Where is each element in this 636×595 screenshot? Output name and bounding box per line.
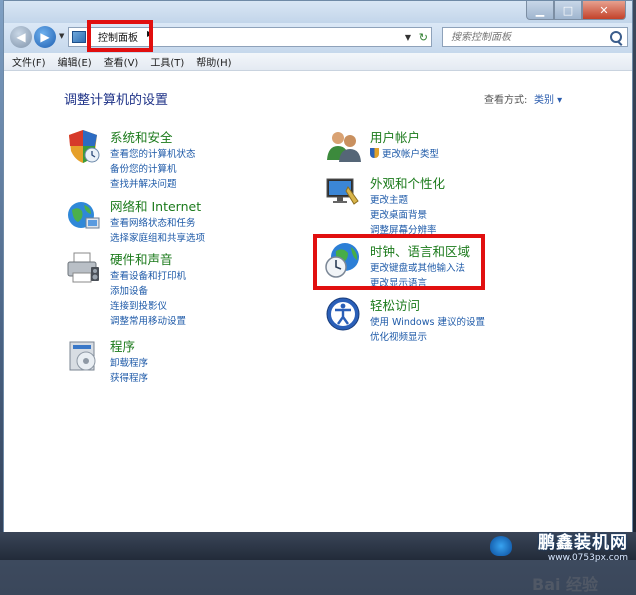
category-title-ease-of-access[interactable]: 轻松访问 xyxy=(370,295,420,314)
category-title-network-internet[interactable]: 网络和 Internet xyxy=(110,196,201,215)
network-globe-icon[interactable] xyxy=(64,196,102,234)
back-arrow-icon: ◀ xyxy=(16,30,26,44)
programs-icon[interactable] xyxy=(64,336,102,374)
link-view-devices-printers[interactable]: 查看设备和打印机 xyxy=(110,269,186,284)
link-view-computer-status[interactable]: 查看您的计算机状态 xyxy=(110,147,196,162)
link-change-theme[interactable]: 更改主题 xyxy=(370,193,437,208)
close-icon: ✕ xyxy=(599,3,609,17)
link-connect-projector[interactable]: 连接到投影仪 xyxy=(110,299,186,314)
link-change-account-type[interactable]: 更改帐户类型 xyxy=(370,147,439,162)
link-add-device[interactable]: 添加设备 xyxy=(110,284,186,299)
baidu-watermark: Bai 经验 xyxy=(532,575,599,594)
category-title-appearance[interactable]: 外观和个性化 xyxy=(370,173,445,192)
printer-icon[interactable] xyxy=(64,249,102,287)
search-icon[interactable] xyxy=(610,31,622,43)
brand-logo-icon xyxy=(490,536,512,556)
maximize-button[interactable]: □ xyxy=(554,1,582,20)
breadcrumb-highlight-box xyxy=(87,20,153,52)
control-panel-content: 调整计算机的设置 查看方式: 类别 ▾ 系统和安全 查看您的计算机状态 备份您的… xyxy=(4,71,632,594)
control-panel-window: ▁ □ ✕ ◀ ▶ ▼ ▼ ↻ 控制面板 ▶ 文件(F) 编辑(E) 查看(V)… xyxy=(3,0,633,594)
link-optimize-video-display[interactable]: 优化视频显示 xyxy=(370,330,485,345)
search-input[interactable] xyxy=(449,30,603,44)
link-change-account-type-label: 更改帐户类型 xyxy=(382,149,440,160)
watermark-site: www.0753px.com xyxy=(547,553,628,563)
link-backup-computer[interactable]: 备份您的计算机 xyxy=(110,162,196,177)
shield-icon[interactable] xyxy=(64,127,102,165)
users-icon[interactable] xyxy=(324,127,362,165)
link-uninstall-program[interactable]: 卸载程序 xyxy=(110,356,148,371)
category-title-system-security[interactable]: 系统和安全 xyxy=(110,127,173,146)
back-button[interactable]: ◀ xyxy=(10,26,32,48)
address-dropdown-icon[interactable]: ▼ xyxy=(405,33,411,42)
link-get-programs[interactable]: 获得程序 xyxy=(110,371,148,386)
page-title: 调整计算机的设置 xyxy=(64,93,169,108)
forward-button[interactable]: ▶ xyxy=(34,26,56,48)
search-box[interactable] xyxy=(442,27,628,47)
link-windows-recommended-settings[interactable]: 使用 Windows 建议的设置 xyxy=(370,315,485,330)
category-title-hardware-sound[interactable]: 硬件和声音 xyxy=(110,249,173,268)
monitor-icon[interactable] xyxy=(324,173,362,211)
link-find-fix-problems[interactable]: 查找并解决问题 xyxy=(110,177,196,192)
category-title-user-accounts[interactable]: 用户帐户 xyxy=(370,127,420,146)
maximize-icon: □ xyxy=(562,3,574,17)
clock-region-highlight-box xyxy=(313,234,485,290)
ease-access-icon[interactable] xyxy=(324,295,362,333)
forward-arrow-icon: ▶ xyxy=(40,30,50,44)
view-by-dropdown[interactable]: 类别 ▾ xyxy=(534,91,562,106)
minimize-button[interactable]: ▁ xyxy=(526,1,554,20)
close-button[interactable]: ✕ xyxy=(582,1,626,20)
menu-tools[interactable]: 工具(T) xyxy=(150,54,184,69)
menu-help[interactable]: 帮助(H) xyxy=(196,54,231,69)
menu-bar: 文件(F) 编辑(E) 查看(V) 工具(T) 帮助(H) xyxy=(4,53,632,71)
category-title-programs[interactable]: 程序 xyxy=(110,336,135,355)
menu-file[interactable]: 文件(F) xyxy=(12,54,46,69)
watermark-brand: 鹏鑫装机网 xyxy=(538,533,628,553)
minimize-icon: ▁ xyxy=(535,3,545,17)
control-panel-icon xyxy=(72,31,86,43)
uac-shield-icon xyxy=(370,148,379,158)
link-change-desktop-background[interactable]: 更改桌面背景 xyxy=(370,208,437,223)
refresh-icon[interactable]: ↻ xyxy=(419,31,428,44)
link-view-network-status[interactable]: 查看网络状态和任务 xyxy=(110,216,205,231)
recent-pages-dropdown[interactable]: ▼ xyxy=(59,32,67,42)
menu-edit[interactable]: 编辑(E) xyxy=(58,54,92,69)
site-watermark: 鹏鑫装机网 www.0753px.com xyxy=(538,528,628,563)
caption-buttons: ▁ □ ✕ xyxy=(526,1,626,20)
menu-view[interactable]: 查看(V) xyxy=(104,54,139,69)
view-by-label: 查看方式: xyxy=(484,95,528,106)
link-homegroup-sharing[interactable]: 选择家庭组和共享选项 xyxy=(110,231,205,246)
link-mobility-settings[interactable]: 调整常用移动设置 xyxy=(110,314,186,329)
